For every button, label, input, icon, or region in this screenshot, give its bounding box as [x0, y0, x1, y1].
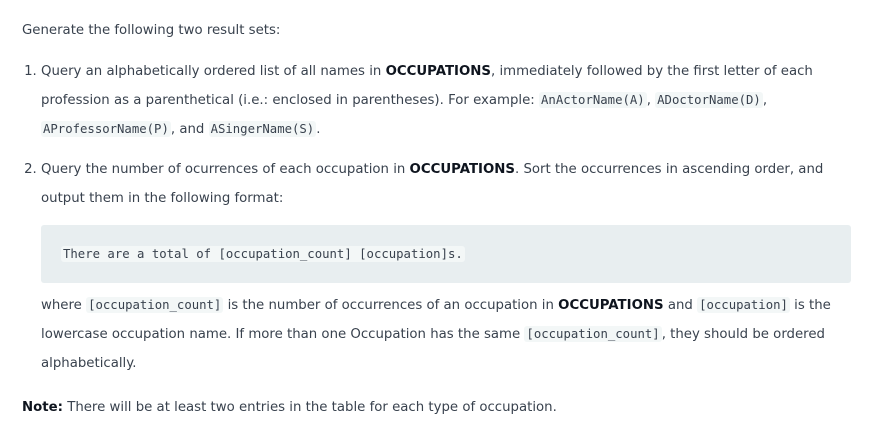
- inline-code: [occupation_count]: [86, 297, 224, 313]
- text: Query an alphabetically ordered list of …: [41, 64, 386, 79]
- code-block: There are a total of [occupation_count] …: [41, 225, 851, 283]
- problem-statement: Generate the following two result sets: …: [22, 17, 862, 422]
- intro-text: Generate the following two result sets:: [22, 23, 281, 38]
- inline-code: [occupation_count]: [524, 326, 662, 342]
- table-name: OCCUPATIONS: [558, 298, 664, 313]
- code-example: ASingerName(S): [208, 121, 317, 137]
- text: is the number of occurrences of an occup…: [223, 298, 559, 313]
- code-example: AnActorName(A): [539, 92, 647, 108]
- list-item: Query an alphabetically ordered list of …: [41, 57, 862, 144]
- output-format-code: There are a total of [occupation_count] …: [61, 246, 465, 262]
- text: ,: [762, 93, 768, 108]
- list-item: Query the number of ocurrences of each o…: [41, 155, 862, 378]
- text: Query the number of ocurrences of each o…: [41, 162, 410, 177]
- text: where: [41, 298, 87, 313]
- text: ,: [646, 93, 656, 108]
- text: .: [316, 122, 321, 137]
- note-label: Note:: [22, 400, 63, 415]
- text: and: [663, 298, 698, 313]
- requirements-list: Query an alphabetically ordered list of …: [22, 57, 862, 378]
- table-name: OCCUPATIONS: [409, 162, 515, 177]
- note-text: There will be at least two entries in th…: [62, 400, 557, 415]
- table-name: OCCUPATIONS: [385, 64, 491, 79]
- note: Note: There will be at least two entries…: [22, 394, 862, 422]
- text: , and: [170, 122, 209, 137]
- code-example: AProfessorName(P): [41, 121, 171, 137]
- code-example: ADoctorName(D): [655, 92, 763, 108]
- inline-code: [occupation]: [697, 297, 790, 313]
